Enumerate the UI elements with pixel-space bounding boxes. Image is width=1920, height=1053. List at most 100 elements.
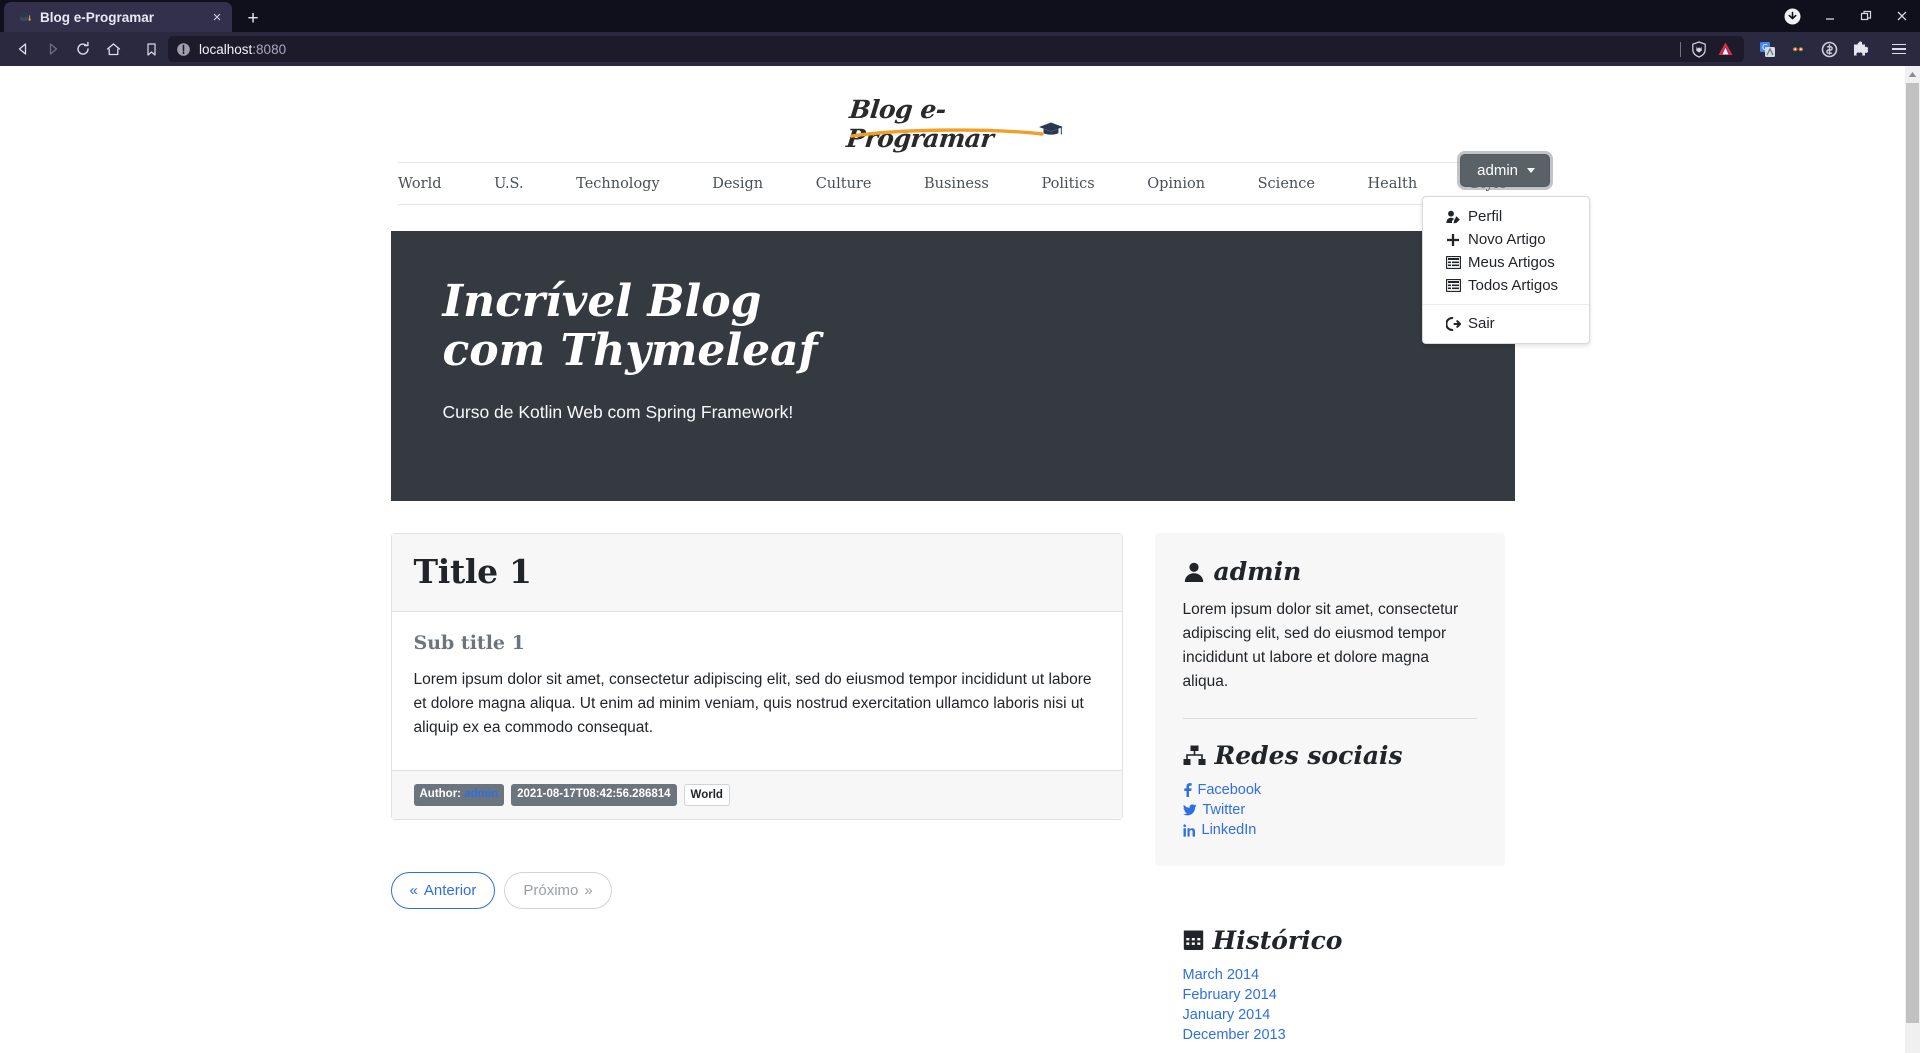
history-link-december-2013[interactable]: December 2013 — [1183, 1027, 1505, 1043]
social-link-facebook[interactable]: Facebook — [1183, 782, 1477, 798]
plus-icon — [1445, 233, 1461, 247]
address-bar[interactable]: localhost:8080 — [168, 36, 1744, 62]
logo-graduation-cap-icon — [1038, 122, 1063, 135]
social-heading: Redes sociais — [1183, 741, 1477, 770]
social-link-twitter[interactable]: Twitter — [1182, 802, 1477, 819]
hero-title: Incrível Blog com Thymeleaf — [442, 276, 818, 377]
history-link-march-2014[interactable]: March 2014 — [1183, 967, 1505, 983]
menu-item-sair[interactable]: Sair — [1423, 312, 1589, 335]
social-link-linkedin[interactable]: LinkedIn — [1182, 822, 1477, 839]
sign-out-icon — [1445, 316, 1461, 331]
nav-item-us[interactable]: U.S. — [494, 176, 524, 192]
account-dropdown-button[interactable]: admin — [1460, 154, 1550, 187]
profile-heading: admin — [1183, 557, 1477, 586]
bookmark-icon[interactable] — [134, 36, 168, 62]
site-logo[interactable]: Blog e-Programar — [844, 93, 1063, 153]
nav-item-technology[interactable]: Technology — [576, 176, 660, 192]
menu-item-todos-artigos[interactable]: Todos Artigos — [1423, 274, 1589, 297]
ninja-icon[interactable] — [1789, 40, 1807, 58]
twitter-icon — [1182, 804, 1197, 816]
logo-swoosh-decoration — [849, 128, 1044, 138]
page-scrollbar[interactable] — [1905, 66, 1920, 1053]
sidebar-divider — [1182, 718, 1477, 720]
page-container: Incrível Blog com Thymeleaf Curso de Kot… — [390, 231, 1515, 1043]
graduation-cap-favicon-icon — [16, 9, 32, 25]
menu-item-label: Meus Artigos — [1468, 254, 1555, 271]
scrollbar-up-arrow-icon[interactable] — [1905, 66, 1920, 82]
window-minimize-button[interactable] — [1812, 0, 1848, 32]
nav-item-health[interactable]: Health — [1368, 176, 1418, 192]
post-subtitle: Sub title 1 — [413, 632, 525, 654]
window-close-button[interactable] — [1884, 0, 1920, 32]
url-text: localhost:8080 — [199, 41, 287, 57]
post-card-footer: Author: admin 2021-08-17T08:42:56.286814… — [391, 770, 1122, 820]
translate-icon[interactable]: G — [1758, 40, 1776, 58]
scrollbar-thumb[interactable] — [1906, 83, 1919, 1023]
browser-menu-icon[interactable] — [1886, 36, 1912, 62]
brave-rewards-icon[interactable] — [1717, 41, 1734, 57]
social-link-label: LinkedIn — [1201, 822, 1257, 839]
profile-widget: admin Lorem ipsum dolor sit amet, consec… — [1154, 533, 1505, 867]
site-info-icon[interactable] — [176, 42, 191, 57]
post-title: Title 1 — [413, 552, 533, 591]
menu-item-meus-artigos[interactable]: Meus Artigos — [1423, 251, 1589, 274]
history-links: March 2014 February 2014 January 2014 De… — [1183, 967, 1505, 1043]
toolbar-divider — [1680, 41, 1681, 57]
history-link-january-2014[interactable]: January 2014 — [1183, 1007, 1505, 1023]
download-icon[interactable] — [1772, 0, 1812, 32]
web-page: Blog e-Programar admin Perfil Novo Artig… — [0, 66, 1905, 1053]
browser-tab[interactable]: Blog e-Programar × — [4, 2, 232, 32]
pagination-controls: « Anterior Próximo » — [390, 872, 1123, 910]
puzzle-extension-icon[interactable] — [1851, 40, 1869, 58]
history-widget: Histórico March 2014 February 2014 Janua… — [1155, 926, 1505, 1043]
menu-divider — [1423, 304, 1589, 305]
menu-item-label: Novo Artigo — [1468, 231, 1546, 248]
site-header: Blog e-Programar admin Perfil Novo Artig… — [0, 66, 1905, 344]
site-logo-text: Blog e-Programar — [844, 95, 995, 153]
nav-item-business[interactable]: Business — [924, 176, 989, 192]
reload-button-icon[interactable] — [68, 36, 98, 62]
user-edit-icon — [1445, 210, 1461, 224]
brave-shields-icon[interactable] — [1691, 40, 1707, 58]
back-button-icon[interactable] — [8, 36, 38, 62]
previous-page-button[interactable]: « Anterior — [390, 872, 496, 910]
category-badge[interactable]: World — [683, 784, 730, 807]
address-bar-actions — [1680, 40, 1736, 58]
main-content-grid: Title 1 Sub title 1 Lorem ipsum dolor si… — [390, 533, 1515, 1043]
profile-heading-text: admin — [1213, 557, 1302, 586]
page-viewport: Blog e-Programar admin Perfil Novo Artig… — [0, 66, 1920, 1053]
calendar-icon — [1183, 930, 1204, 951]
menu-item-label: Perfil — [1468, 208, 1503, 225]
account-button-label: admin — [1477, 162, 1518, 179]
nav-item-opinion[interactable]: Opinion — [1147, 176, 1205, 192]
nav-item-politics[interactable]: Politics — [1041, 176, 1094, 192]
social-link-label: Twitter — [1202, 802, 1246, 819]
previous-page-label: Anterior — [423, 882, 477, 900]
cookie-icon[interactable] — [1820, 40, 1838, 58]
profile-bio: Lorem ipsum dolor sit amet, consectetur … — [1182, 601, 1459, 691]
tab-close-icon[interactable]: × — [208, 8, 226, 26]
social-heading-text: Redes sociais — [1214, 741, 1403, 771]
history-link-february-2014[interactable]: February 2014 — [1183, 987, 1505, 1003]
window-maximize-button[interactable] — [1848, 0, 1884, 32]
menu-item-perfil[interactable]: Perfil — [1423, 205, 1589, 228]
author-link[interactable]: admin — [464, 788, 498, 800]
nav-item-design[interactable]: Design — [712, 176, 763, 192]
next-page-label: Próximo — [523, 882, 579, 900]
menu-item-novo-artigo[interactable]: Novo Artigo — [1423, 228, 1589, 251]
new-tab-button[interactable]: + — [238, 4, 268, 32]
forward-button-icon[interactable] — [38, 36, 68, 62]
menu-item-label: Sair — [1468, 315, 1495, 332]
post-card: Title 1 Sub title 1 Lorem ipsum dolor si… — [390, 533, 1123, 821]
nav-item-world[interactable]: World — [398, 176, 442, 192]
linkedin-icon — [1182, 823, 1196, 837]
home-button-icon[interactable] — [98, 36, 128, 62]
account-dropdown-menu: Perfil Novo Artigo Meus Artigos Todos Ar… — [1422, 196, 1590, 344]
nav-item-culture[interactable]: Culture — [816, 176, 872, 192]
next-page-button[interactable]: Próximo » — [504, 872, 612, 910]
social-links: Facebook Twitter LinkedIn — [1182, 782, 1477, 839]
site-navigation: World U.S. Technology Design Culture Bus… — [398, 162, 1507, 205]
post-card-body: Sub title 1 Lorem ipsum dolor sit amet, … — [392, 612, 1122, 770]
user-icon — [1183, 561, 1205, 583]
nav-item-science[interactable]: Science — [1258, 176, 1315, 192]
